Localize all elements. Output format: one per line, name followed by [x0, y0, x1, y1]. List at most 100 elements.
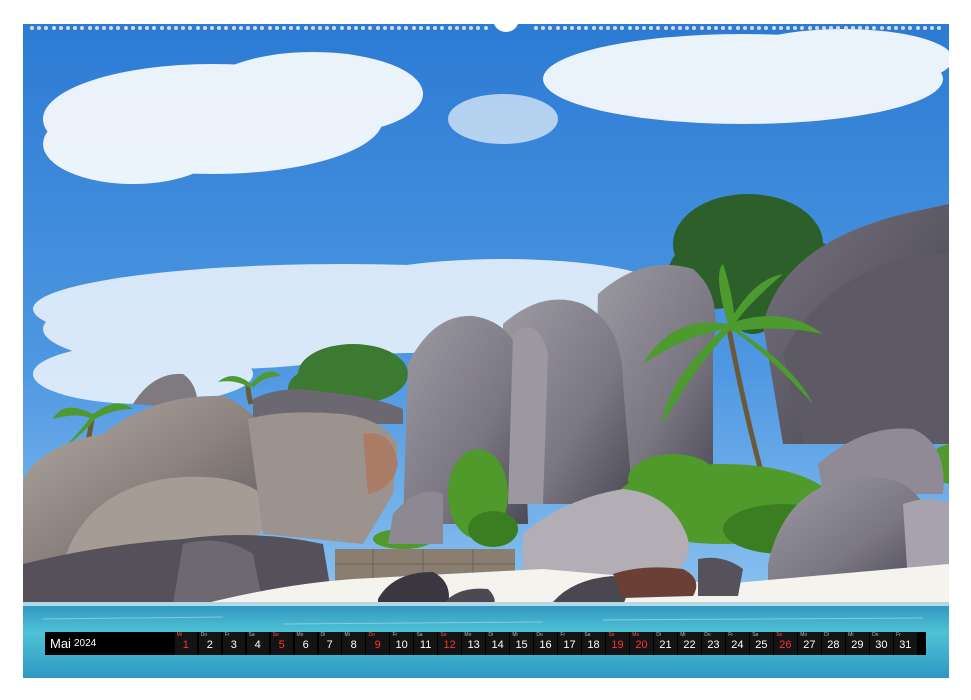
day-number: 27 — [803, 639, 816, 651]
day-cell: Sa 4 — [246, 632, 269, 655]
weekday-label: Do — [704, 632, 711, 638]
binding-hole — [195, 26, 200, 30]
month-label: Mai 2024 — [45, 632, 173, 655]
binding-hole — [325, 26, 330, 30]
binding-hole — [174, 26, 178, 30]
binding-hole — [339, 26, 344, 30]
binding-hole — [591, 26, 596, 30]
day-cell: So 5 — [270, 632, 293, 655]
binding-hole — [454, 26, 459, 30]
weekday-label: Do — [200, 632, 207, 638]
weekday-label: Fr — [896, 632, 901, 638]
day-cells: Mi 1 Do 2 Fr 3 Sa 4 So 5 Mo 6 Di 7 Mi 8 Do 9 Fr 10 Sa 11 So 12 M… — [173, 632, 917, 655]
binding-hole — [872, 26, 877, 30]
binding-hole — [123, 26, 128, 30]
day-cell: Mi 22 — [678, 632, 701, 655]
weekday-label: Mo — [632, 632, 640, 638]
binding-hole — [894, 26, 898, 30]
day-cell: Sa 18 — [582, 632, 605, 655]
binding-hole — [433, 26, 438, 30]
binding-hole — [620, 26, 625, 30]
weekday-label: Mi — [344, 632, 350, 638]
binding-hole — [577, 26, 582, 30]
binding-hole — [238, 26, 243, 30]
day-cell: Sa 25 — [750, 632, 773, 655]
day-number: 19 — [611, 639, 624, 651]
day-number: 18 — [587, 639, 600, 651]
weekday-label: So — [608, 632, 615, 638]
binding-hole — [224, 26, 229, 30]
day-number: 1 — [182, 639, 189, 651]
year-label: 2024 — [73, 638, 97, 649]
binding-hole — [87, 26, 92, 30]
binding-hole — [613, 26, 618, 30]
day-number: 8 — [350, 639, 357, 651]
binding-hole — [735, 26, 740, 30]
day-cell: Fr 10 — [390, 632, 413, 655]
hanger-hook — [493, 18, 519, 32]
binding-hole — [138, 26, 142, 30]
day-cell: Sa 11 — [414, 632, 437, 655]
day-number: 14 — [491, 639, 504, 651]
day-number: 23 — [707, 639, 720, 651]
binding-hole — [289, 26, 294, 30]
weekday-label: Di — [320, 632, 326, 638]
day-cell: Fr 3 — [222, 632, 245, 655]
day-cell: Do 16 — [534, 632, 557, 655]
binding-hole — [858, 26, 862, 30]
weekday-label: Fr — [392, 632, 398, 638]
binding-hole — [750, 26, 754, 30]
binding-hole — [706, 26, 711, 30]
day-cell: Fr 24 — [726, 632, 749, 655]
binding-hole — [58, 26, 63, 30]
binding-hole — [836, 26, 841, 30]
day-number: 28 — [827, 639, 840, 651]
binding-hole — [483, 26, 488, 30]
day-cell: Mo 6 — [294, 632, 317, 655]
binding-hole — [915, 26, 920, 30]
binding-hole — [102, 26, 106, 30]
binding-hole — [462, 26, 466, 30]
weekday-label: So — [440, 632, 447, 638]
day-cell: So 26 — [774, 632, 797, 655]
weekday-label: So — [272, 632, 279, 638]
day-number: 22 — [683, 639, 696, 651]
binding-hole — [440, 26, 445, 30]
weekday-label: Mo — [296, 632, 304, 638]
day-number: 12 — [443, 639, 456, 651]
binding-hole — [793, 26, 798, 30]
binding-hole — [886, 26, 891, 30]
day-number: 20 — [635, 639, 648, 651]
day-number: 3 — [230, 639, 237, 651]
day-number: 31 — [899, 639, 912, 651]
binding-hole — [541, 26, 546, 30]
day-cell: Mo 27 — [798, 632, 821, 655]
day-number: 6 — [302, 639, 309, 651]
binding-hole — [66, 26, 70, 30]
binding-hole — [548, 26, 553, 30]
landscape-illustration — [23, 24, 949, 678]
binding-hole — [361, 26, 366, 30]
binding-hole — [656, 26, 661, 30]
binding-hole — [447, 26, 452, 30]
binding-hole — [771, 26, 776, 30]
binding-hole — [404, 26, 409, 30]
calendar-strip: Mai 2024 Mi 1 Do 2 Fr 3 Sa 4 So 5 Mo 6 Di 7 Mi 8 Do 9 Fr 10… — [45, 632, 926, 655]
binding-hole — [310, 26, 315, 30]
binding-hole — [246, 26, 250, 30]
day-number: 13 — [467, 639, 480, 651]
day-number: 15 — [515, 639, 528, 651]
day-number: 25 — [755, 639, 768, 651]
binding-hole — [814, 26, 819, 30]
binding-hole — [73, 26, 78, 30]
binding-hole — [598, 26, 603, 30]
day-cell: Di 28 — [822, 632, 845, 655]
weekday-label: Di — [824, 632, 829, 638]
day-cell: Fr 31 — [894, 632, 917, 655]
binding-hole — [922, 26, 927, 30]
binding-hole — [534, 26, 538, 30]
binding-hole — [937, 26, 942, 30]
binding-hole — [332, 26, 337, 30]
day-number: 17 — [563, 639, 576, 651]
weekday-label: Sa — [584, 632, 591, 638]
